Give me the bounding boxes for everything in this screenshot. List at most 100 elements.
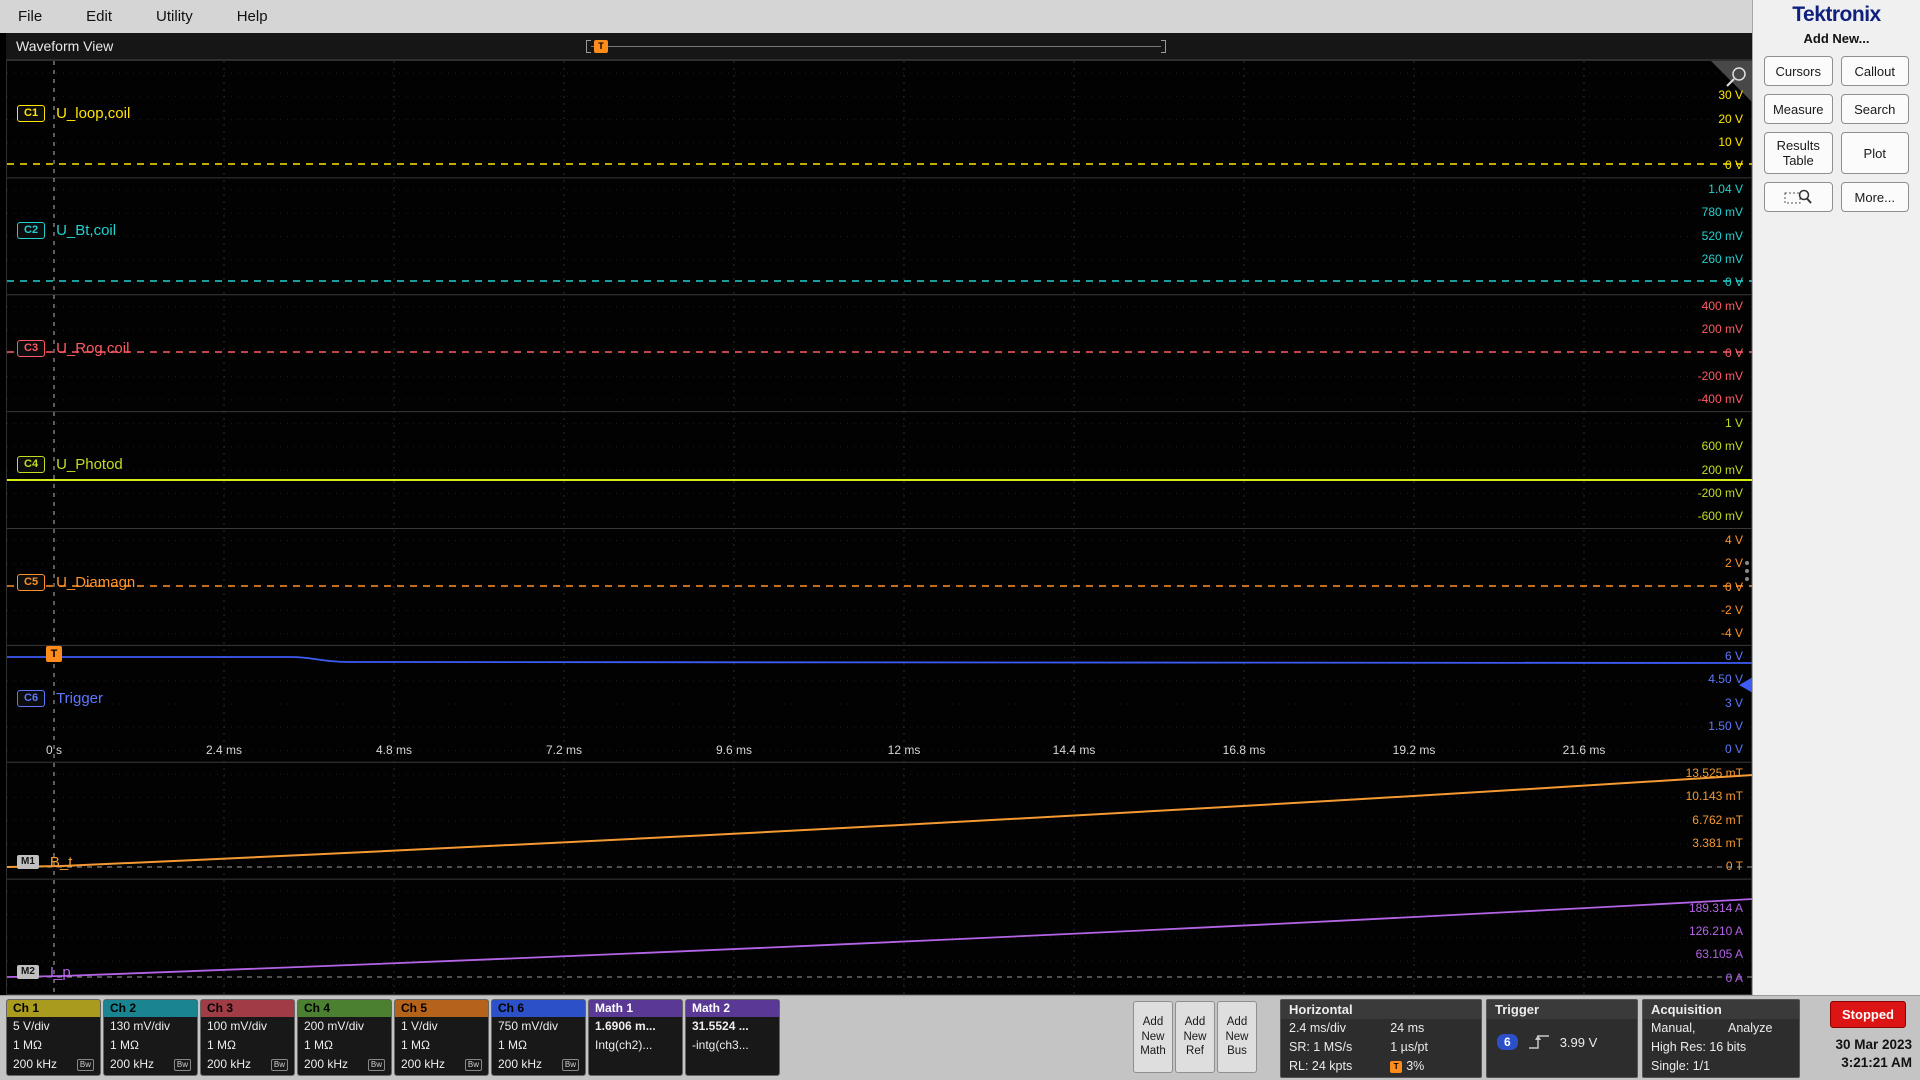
ch6-badge[interactable]: Ch 6 750 mV/div 1 MΩ 200 kHzBw xyxy=(491,999,586,1076)
ch4-badge[interactable]: Ch 4 200 mV/div 1 MΩ 200 kHzBw xyxy=(297,999,392,1076)
channel-row-c5[interactable]: C5 U_Diamagn xyxy=(17,573,135,591)
datetime-display: 30 Mar 2023 3:21:21 AM xyxy=(1782,1036,1912,1072)
menu-utility[interactable]: Utility xyxy=(156,8,193,25)
add-new-math-button[interactable]: Add New Math xyxy=(1133,1001,1173,1073)
trigger-position-icon: T xyxy=(1390,1061,1402,1073)
horizontal-panel[interactable]: Horizontal 2.4 ms/div 24 ms SR: 1 MS/s 1… xyxy=(1280,999,1482,1078)
ch5-scale: 1 V/div xyxy=(395,1017,488,1036)
menu-help[interactable]: Help xyxy=(237,8,268,25)
acquisition-single: Single: 1/1 xyxy=(1651,1057,1710,1076)
results-table-button[interactable]: Results Table xyxy=(1764,132,1833,174)
ch3-impedance: 1 MΩ xyxy=(201,1036,294,1055)
time-label: 4.8 ms xyxy=(354,743,434,757)
ch4-impedance: 1 MΩ xyxy=(298,1036,391,1055)
math1-expression: Intg(ch2)... xyxy=(589,1036,682,1055)
ch5-bandwidth: 200 kHz xyxy=(401,1055,445,1074)
time-label: 9.6 ms xyxy=(694,743,774,757)
ch6-scale: 750 mV/div xyxy=(492,1017,585,1036)
date-value: 30 Mar 2023 xyxy=(1782,1036,1912,1054)
channel-row-m1[interactable]: M1 B_t xyxy=(17,853,72,871)
ch1-badge-header: Ch 1 xyxy=(7,1000,100,1017)
bandwidth-limit-icon: Bw xyxy=(77,1059,94,1071)
plot-button[interactable]: Plot xyxy=(1841,132,1910,174)
menu-file[interactable]: File xyxy=(18,8,42,25)
cursors-button[interactable]: Cursors xyxy=(1764,56,1833,86)
channel-badge-c6: C6 xyxy=(17,690,45,707)
add-new-bus-button[interactable]: Add New Bus xyxy=(1217,1001,1257,1073)
trigger-position-flag[interactable]: T xyxy=(46,646,62,662)
channel-row-c6[interactable]: C6 Trigger xyxy=(17,689,103,707)
scale-label: 3.381 mT xyxy=(1623,836,1743,850)
scale-label: 6.762 mT xyxy=(1623,813,1743,827)
scale-label: 3 V xyxy=(1623,696,1743,710)
waveform-canvas[interactable] xyxy=(7,61,1753,996)
scale-label: 10 V xyxy=(1623,135,1743,149)
minimap-trigger-marker[interactable]: T xyxy=(594,40,608,53)
time-label: 7.2 ms xyxy=(524,743,604,757)
scale-label: 0 A xyxy=(1623,971,1743,985)
bandwidth-limit-icon: Bw xyxy=(174,1059,191,1071)
acquisition-panel-title: Acquisition xyxy=(1643,1000,1799,1019)
ch3-scale: 100 mV/div xyxy=(201,1017,294,1036)
channel-row-m2[interactable]: M2 I_p xyxy=(17,963,71,981)
ch1-bandwidth: 200 kHz xyxy=(13,1055,57,1074)
scale-label: 126.210 A xyxy=(1623,924,1743,938)
waveform-display[interactable]: C1 U_loop,coil C2 U_Bt,coil C3 U_Rog,coi… xyxy=(6,60,1752,995)
trigger-level-value: 3.99 V xyxy=(1560,1035,1598,1050)
measure-button[interactable]: Measure xyxy=(1764,94,1833,124)
channel-row-c3[interactable]: C3 U_Rog,coil xyxy=(17,339,129,357)
ch5-badge-header: Ch 5 xyxy=(395,1000,488,1017)
scale-label: 4.50 V xyxy=(1623,672,1743,686)
panel-splitter-handle[interactable] xyxy=(1744,561,1750,587)
acquisition-detail: High Res: 16 bits xyxy=(1651,1038,1746,1057)
scale-label: -2 V xyxy=(1623,603,1743,617)
bandwidth-limit-icon: Bw xyxy=(562,1059,579,1071)
add-new-ref-button[interactable]: Add New Ref xyxy=(1175,1001,1215,1073)
scale-label: -600 mV xyxy=(1623,509,1743,523)
channel-row-c4[interactable]: C4 U_Photod xyxy=(17,455,123,473)
search-button[interactable]: Search xyxy=(1841,94,1910,124)
scale-label: 0 V xyxy=(1623,742,1743,756)
math2-badge[interactable]: Math 2 31.5524 ... -intg(ch3... xyxy=(685,999,780,1076)
scale-label: 0 V xyxy=(1623,158,1743,172)
scale-label: 0 V xyxy=(1623,346,1743,360)
ch5-badge[interactable]: Ch 5 1 V/div 1 MΩ 200 kHzBw xyxy=(394,999,489,1076)
trigger-source-badge: 6 xyxy=(1497,1034,1518,1050)
channel-name-c1: U_loop,coil xyxy=(56,105,130,122)
scale-label: 1 V xyxy=(1623,416,1743,430)
channel-row-c1[interactable]: C1 U_loop,coil xyxy=(17,104,130,122)
ch2-badge[interactable]: Ch 2 130 mV/div 1 MΩ 200 kHzBw xyxy=(103,999,198,1076)
ch1-badge[interactable]: Ch 1 5 V/div 1 MΩ 200 kHzBw xyxy=(6,999,101,1076)
trigger-panel[interactable]: Trigger 6 3.99 V xyxy=(1486,999,1638,1078)
ch6-bandwidth: 200 kHz xyxy=(498,1055,542,1074)
menu-edit[interactable]: Edit xyxy=(86,8,112,25)
acquisition-mode: Manual, xyxy=(1651,1019,1728,1038)
bottom-bar: Ch 1 5 V/div 1 MΩ 200 kHzBw Ch 2 130 mV/… xyxy=(0,995,1920,1080)
channel-name-m1: B_t xyxy=(50,854,73,871)
acquisition-panel[interactable]: Acquisition Manual, Analyze High Res: 16… xyxy=(1642,999,1800,1078)
rising-edge-icon xyxy=(1527,1033,1551,1051)
channel-badge-c2: C2 xyxy=(17,222,45,239)
minimap-line xyxy=(591,46,1161,47)
zoom-button[interactable] xyxy=(1764,182,1833,212)
scale-label: 260 mV xyxy=(1623,252,1743,266)
scale-label: 6 V xyxy=(1623,649,1743,663)
math1-badge[interactable]: Math 1 1.6906 m... Intg(ch2)... xyxy=(588,999,683,1076)
channel-row-c2[interactable]: C2 U_Bt,coil xyxy=(17,221,116,239)
more-button[interactable]: More... xyxy=(1841,182,1910,212)
math2-value: 31.5524 ... xyxy=(686,1017,779,1036)
ch3-badge[interactable]: Ch 3 100 mV/div 1 MΩ 200 kHzBw xyxy=(200,999,295,1076)
channel-name-m2: I_p xyxy=(50,964,71,981)
scale-label: 400 mV xyxy=(1623,299,1743,313)
bandwidth-limit-icon: Bw xyxy=(368,1059,385,1071)
record-view-minimap[interactable]: T xyxy=(586,40,1166,53)
scale-label: 189.314 A xyxy=(1623,901,1743,915)
sample-resolution: 1 µs/pt xyxy=(1390,1038,1428,1057)
scale-label: -4 V xyxy=(1623,626,1743,640)
channel-name-c6: Trigger xyxy=(56,690,103,707)
math2-expression: -intg(ch3... xyxy=(686,1036,779,1055)
callout-button[interactable]: Callout xyxy=(1841,56,1910,86)
menu-bar: File Edit Utility Help xyxy=(0,0,1752,33)
waveform-view-header: Waveform View T xyxy=(6,33,1752,60)
bandwidth-limit-icon: Bw xyxy=(465,1059,482,1071)
